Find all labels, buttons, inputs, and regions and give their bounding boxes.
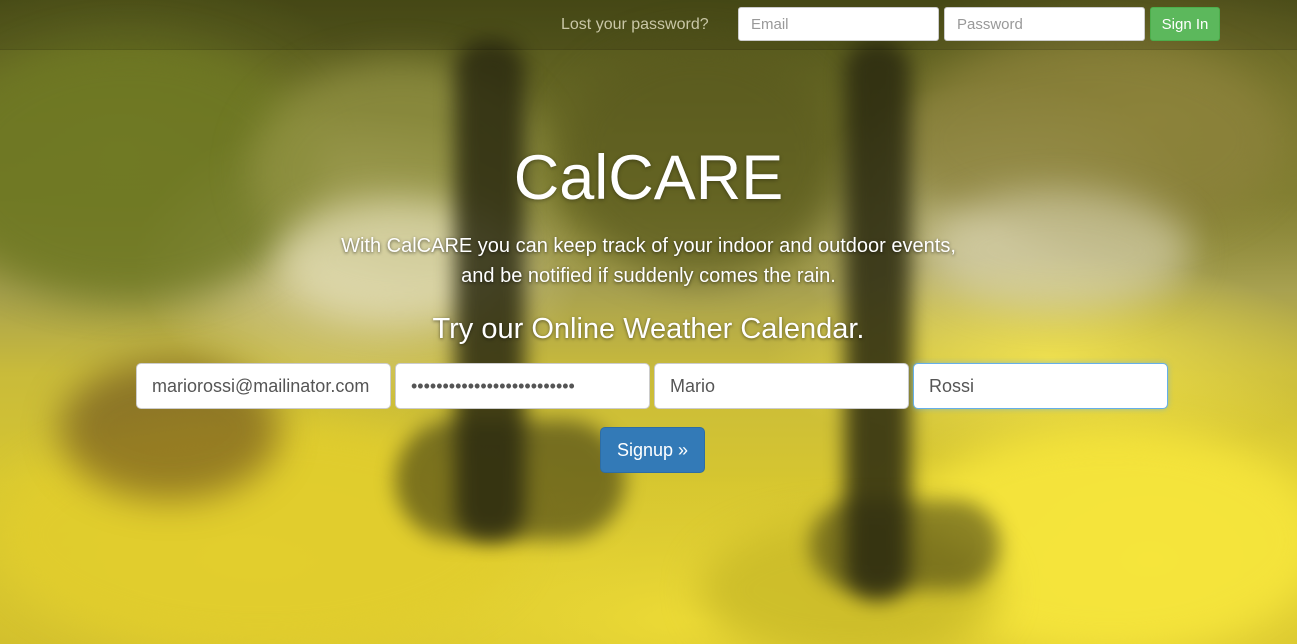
signin-password-input[interactable]	[944, 7, 1145, 41]
hero-description-line-2: and be notified if suddenly comes the ra…	[461, 265, 836, 287]
signin-button[interactable]: Sign In	[1150, 7, 1220, 41]
signup-last-name-input[interactable]	[913, 363, 1168, 409]
hero-subtitle: Try our Online Weather Calendar.	[432, 313, 865, 345]
signup-first-name-input[interactable]	[654, 363, 909, 409]
hero-description-line-1: With CalCARE you can keep track of your …	[341, 235, 956, 257]
top-navbar: Lost your password? Sign In	[0, 0, 1297, 50]
signup-email-input[interactable]	[136, 363, 391, 409]
hero-description: With CalCARE you can keep track of your …	[0, 231, 1297, 291]
signin-email-input[interactable]	[738, 7, 939, 41]
lost-password-link[interactable]: Lost your password?	[561, 16, 709, 34]
signup-button[interactable]: Signup »	[600, 427, 705, 473]
page-title: CalCARE	[513, 143, 784, 213]
signup-password-input[interactable]	[395, 363, 650, 409]
